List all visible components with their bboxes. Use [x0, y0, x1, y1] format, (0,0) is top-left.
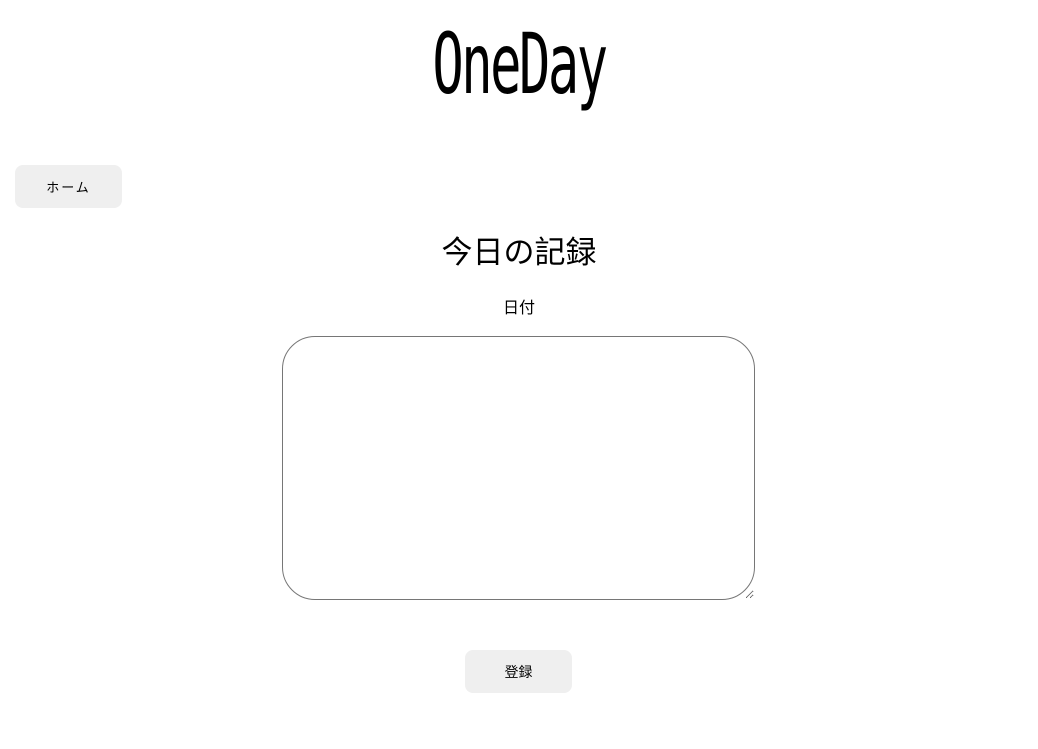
entry-textarea[interactable] — [282, 336, 755, 600]
app-logo: OneDay — [432, 15, 608, 113]
date-label: 日付 — [502, 298, 535, 317]
submit-button[interactable]: 登録 — [465, 650, 572, 693]
home-button[interactable]: ホーム — [15, 165, 122, 208]
page-title: 今日の記録 — [441, 235, 597, 271]
